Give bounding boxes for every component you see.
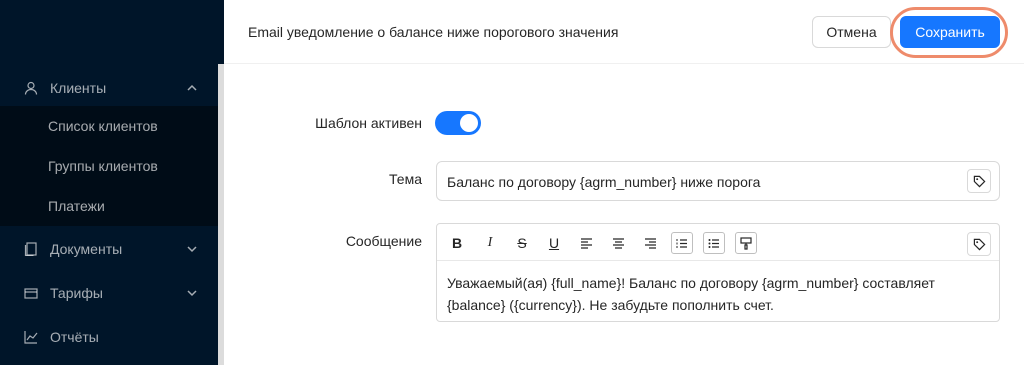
sidebar-item-documents[interactable]: Документы [0, 229, 218, 269]
save-button[interactable]: Сохранить [900, 16, 1000, 48]
editor-toolbar: B I S U [437, 224, 999, 261]
ordered-list-button[interactable] [671, 232, 693, 254]
sidebar-item-label: Документы [50, 241, 123, 257]
sidebar-item-reports[interactable]: Отчёты [0, 317, 218, 357]
page-header: Email уведомление о балансе ниже порогов… [224, 0, 1024, 64]
bullet-list-button[interactable] [703, 232, 725, 254]
message-text: Уважаемый(ая) {full_name}! Баланс по дог… [447, 275, 935, 313]
insert-variable-button[interactable] [967, 232, 991, 256]
subject-value: Баланс по договору {agrm_number} ниже по… [447, 174, 761, 190]
clients-submenu: Список клиентов Группы клиентов Платежи [0, 106, 218, 226]
submenu-label: Платежи [48, 198, 105, 214]
chart-icon [24, 330, 38, 344]
italic-button[interactable]: I [479, 232, 501, 254]
sidebar-item-label: Отчёты [50, 329, 99, 345]
ordered-list-icon [676, 238, 687, 248]
active-toggle[interactable] [435, 111, 481, 135]
page-title: Email уведомление о балансе ниже порогов… [248, 24, 619, 40]
sidebar-item-payments[interactable]: Платежи [0, 186, 218, 226]
chevron-up-icon [187, 84, 197, 91]
align-center-icon [612, 238, 624, 249]
chevron-down-icon [187, 246, 197, 253]
sidebar-item-tariffs[interactable]: Тарифы [0, 273, 218, 313]
submenu-label: Список клиентов [48, 118, 158, 134]
subject-label: Тема [389, 171, 422, 187]
active-label: Шаблон активен [315, 115, 422, 131]
sidebar-item-label: Тарифы [50, 285, 103, 301]
align-left-icon [580, 238, 592, 249]
align-right-icon [644, 238, 656, 249]
tariff-icon [24, 286, 38, 300]
format-painter-icon [740, 236, 752, 250]
message-editor[interactable]: B I S U Уважаемый(ая) {full_name}! Балан… [436, 223, 1000, 322]
format-painter-button[interactable] [735, 232, 757, 254]
subject-input[interactable]: Баланс по договору {agrm_number} ниже по… [436, 161, 1000, 201]
sidebar-item-label: Клиенты [50, 80, 107, 96]
strikethrough-button[interactable]: S [511, 232, 533, 254]
message-label: Сообщение [345, 233, 422, 249]
user-icon [24, 81, 38, 95]
toggle-knob [460, 114, 478, 132]
bullet-list-icon [708, 238, 719, 248]
tag-icon [973, 175, 985, 187]
submenu-label: Группы клиентов [48, 158, 158, 174]
align-left-button[interactable] [575, 232, 597, 254]
sidebar-scrollbar[interactable] [218, 64, 224, 365]
sidebar-item-client-groups[interactable]: Группы клиентов [0, 146, 218, 186]
insert-variable-button[interactable] [967, 169, 991, 193]
document-icon [24, 242, 38, 256]
align-center-button[interactable] [607, 232, 629, 254]
cancel-button[interactable]: Отмена [812, 16, 891, 48]
underline-button[interactable]: U [543, 232, 565, 254]
tag-icon [973, 238, 985, 250]
bold-button[interactable]: B [446, 232, 468, 254]
chevron-down-icon [187, 290, 197, 297]
align-right-button[interactable] [639, 232, 661, 254]
sidebar-item-client-list[interactable]: Список клиентов [0, 106, 218, 146]
sidebar-item-clients[interactable]: Клиенты [0, 68, 218, 108]
